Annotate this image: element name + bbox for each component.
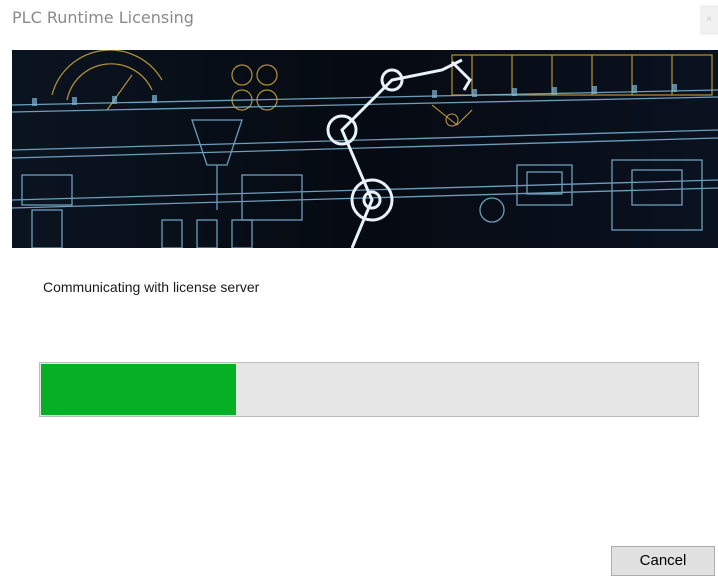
close-icon: × xyxy=(706,14,712,25)
status-message: Communicating with license server xyxy=(43,279,260,295)
industrial-automation-banner xyxy=(12,50,718,248)
progress-bar xyxy=(39,362,699,417)
window-title: PLC Runtime Licensing xyxy=(12,8,194,27)
banner-illustration xyxy=(12,50,718,248)
close-button[interactable]: × xyxy=(700,5,718,35)
progress-fill xyxy=(41,364,237,415)
title-bar: PLC Runtime Licensing × xyxy=(0,0,718,40)
cancel-button[interactable]: Cancel xyxy=(611,546,715,576)
